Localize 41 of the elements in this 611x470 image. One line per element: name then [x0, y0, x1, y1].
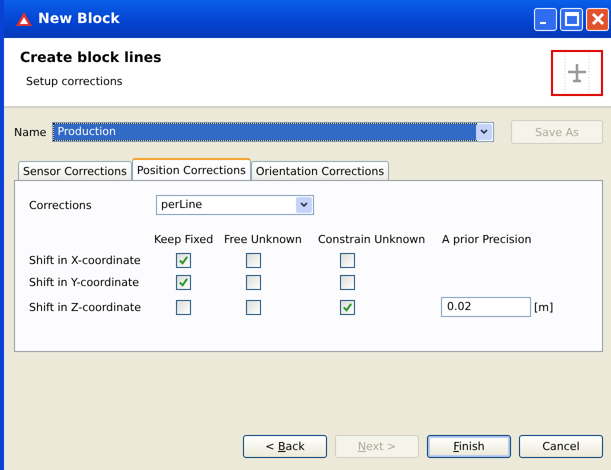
name-dropdown[interactable]: Production: [52, 122, 494, 142]
page-subtitle: Setup corrections: [26, 75, 124, 88]
checkbox[interactable]: [340, 253, 355, 268]
wizard-button[interactable]: Finish: [427, 435, 511, 458]
minimize-button[interactable]: [534, 8, 557, 30]
checkbox[interactable]: [246, 300, 261, 314]
page-title: Create block lines: [20, 50, 162, 66]
checkbox[interactable]: [246, 253, 261, 268]
checkbox[interactable]: [176, 300, 191, 314]
tab[interactable]: Orientation Corrections: [250, 161, 390, 180]
column-header: Free Unknown: [224, 233, 303, 246]
column-header: Keep Fixed: [154, 233, 214, 246]
checkbox[interactable]: [246, 275, 261, 290]
maximize-button[interactable]: [560, 8, 583, 30]
column-header: A prior Precision: [442, 233, 532, 246]
corrections-dropdown[interactable]: perLine: [156, 195, 314, 215]
close-icon: [590, 12, 604, 26]
row-label: Shift in Z-coordinate: [29, 300, 142, 314]
window-title: New Block: [38, 11, 120, 27]
name-label: Name: [14, 126, 46, 138]
column-header: Constrain Unknown: [318, 233, 426, 246]
precision-field[interactable]: 0.02: [441, 297, 531, 317]
tab[interactable]: Position Corrections: [132, 158, 251, 180]
tab[interactable]: Sensor Corrections: [18, 161, 132, 180]
wizard-button[interactable]: < Back: [243, 435, 327, 458]
checkbox[interactable]: [176, 253, 191, 268]
checkbox[interactable]: [176, 275, 191, 290]
row-label: Shift in X-coordinate: [29, 254, 142, 267]
checkbox[interactable]: [340, 275, 355, 290]
airplane-icon: [551, 50, 603, 96]
close-button[interactable]: [586, 8, 609, 30]
chevron-down-icon: [300, 202, 308, 208]
minimize-icon: [540, 22, 546, 24]
unit-label: [m]: [534, 300, 554, 314]
checkbox[interactable]: [340, 300, 355, 314]
wizard-button[interactable]: Cancel: [519, 435, 603, 458]
maximize-icon: [564, 12, 578, 26]
row-label: Shift in Y-coordinate: [29, 276, 140, 289]
triangle-logo-icon: [16, 12, 32, 26]
corrections-label: Corrections: [29, 198, 93, 212]
chevron-down-icon: [480, 129, 488, 135]
